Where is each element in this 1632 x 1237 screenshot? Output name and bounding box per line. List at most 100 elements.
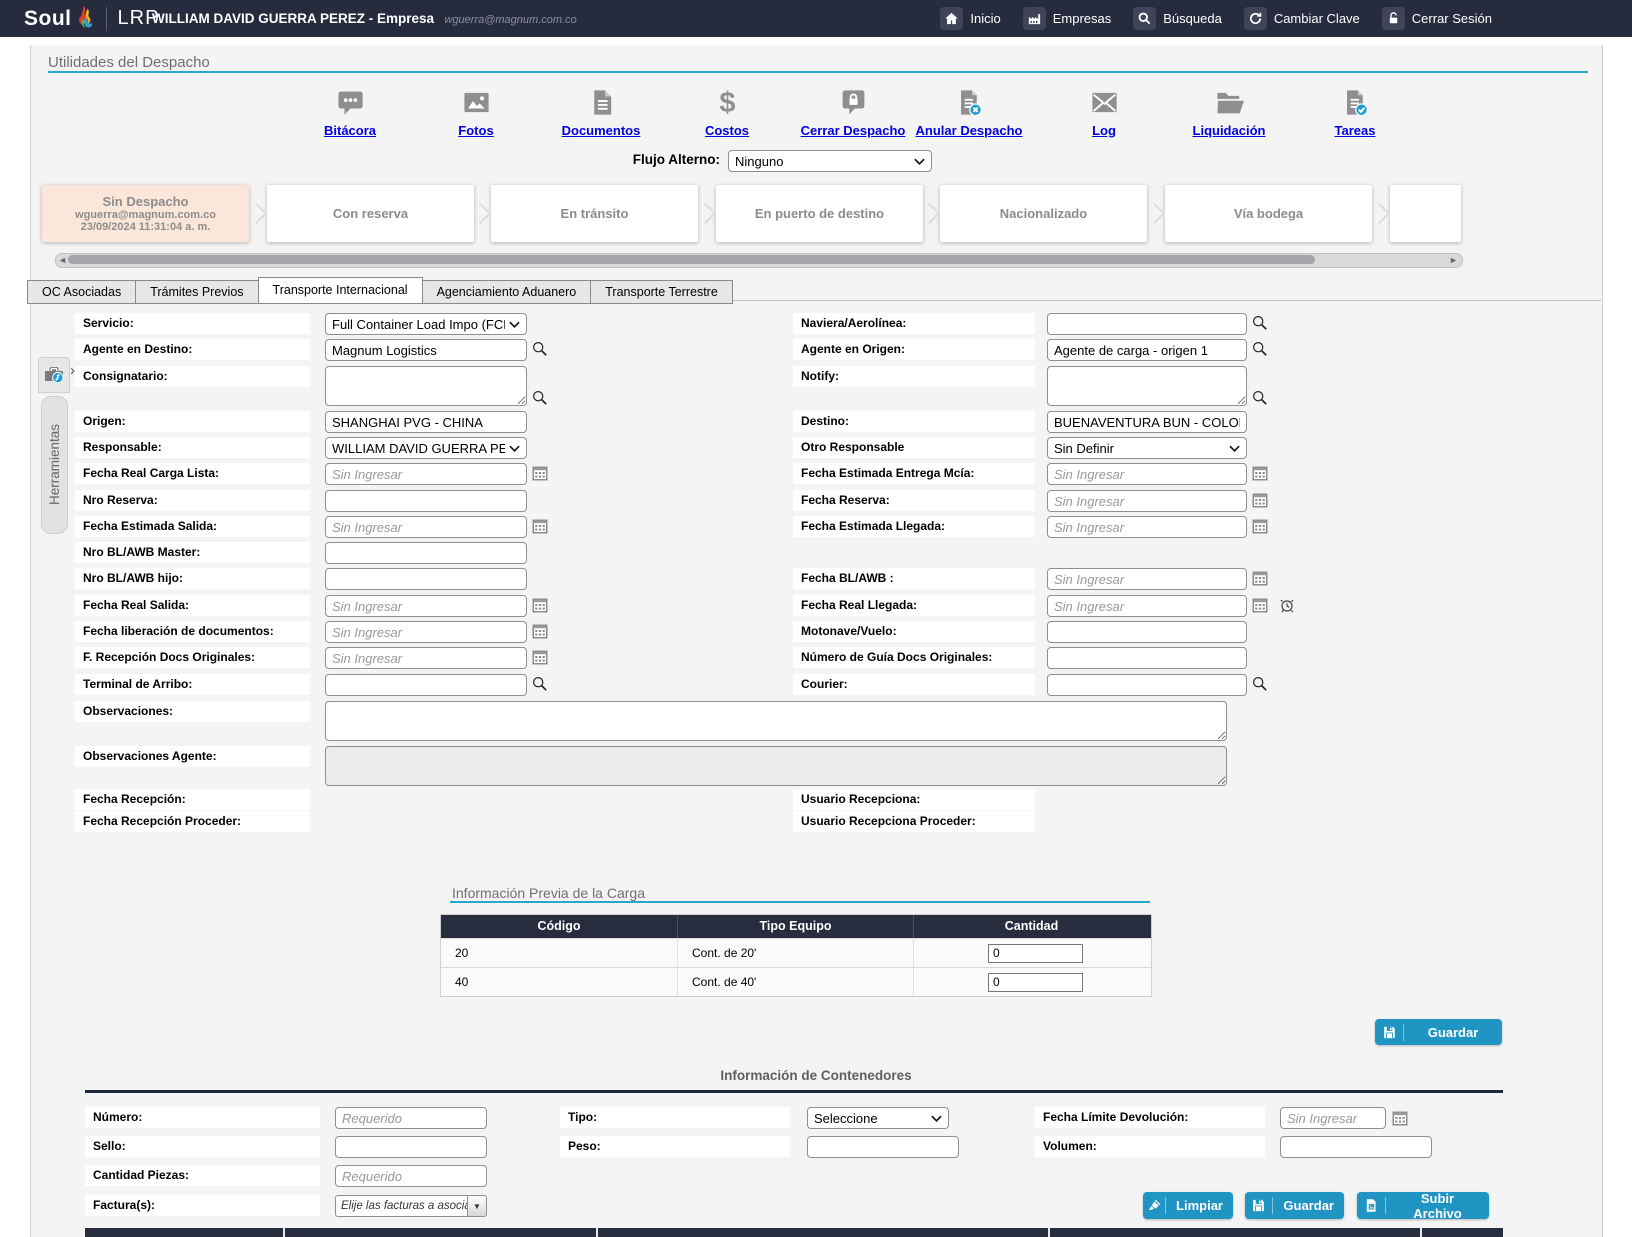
nav-item-cambiar-clave[interactable]: Cambiar Clave bbox=[1244, 7, 1360, 30]
destino-input[interactable] bbox=[1047, 411, 1247, 433]
calendar-icon[interactable] bbox=[1252, 465, 1268, 481]
naviera-aerolinea-input[interactable] bbox=[1047, 313, 1247, 335]
stage-en-puerto-de-destino[interactable]: En puerto de destino bbox=[716, 185, 923, 242]
stage-nacionalizado[interactable]: Nacionalizado bbox=[940, 185, 1147, 242]
f-recepcion-docs-originales-date[interactable] bbox=[325, 647, 527, 669]
dollar-icon: $ bbox=[713, 88, 742, 120]
nav-item-inicio[interactable]: Inicio bbox=[940, 7, 1000, 30]
calendar-icon[interactable] bbox=[532, 649, 548, 665]
stage-partial[interactable] bbox=[1390, 185, 1461, 242]
calendar-icon[interactable] bbox=[1252, 570, 1268, 586]
magnifier-icon[interactable] bbox=[1252, 341, 1268, 357]
user-line: WILLIAM DAVID GUERRA PEREZ - Empresa wgu… bbox=[152, 10, 577, 28]
tab-transporte-terrestre[interactable]: Transporte Terrestre bbox=[591, 280, 733, 304]
document-check-icon bbox=[1341, 88, 1370, 120]
magnifier-icon[interactable] bbox=[532, 341, 548, 357]
utility-anular-despacho[interactable]: Anular Despacho bbox=[894, 88, 1044, 138]
magnifier-icon[interactable] bbox=[532, 390, 548, 406]
fecha-estimada-entrega-mcia-date[interactable] bbox=[1047, 463, 1247, 485]
calendar-icon[interactable] bbox=[1252, 518, 1268, 534]
tab-agenciamiento-aduanero[interactable]: Agenciamiento Aduanero bbox=[423, 280, 592, 304]
notify-textarea[interactable] bbox=[1047, 366, 1247, 406]
previa-save-button[interactable]: Guardar bbox=[1375, 1019, 1502, 1045]
tab-tr-mites-previos[interactable]: Trámites Previos bbox=[136, 280, 258, 304]
fecha-estimada-salida-date[interactable] bbox=[325, 516, 527, 538]
subir-archivo-button[interactable]: Subir Archivo bbox=[1357, 1192, 1489, 1219]
cantidad-piezas-label: Cantidad Piezas: bbox=[85, 1165, 320, 1186]
courier-input[interactable] bbox=[1047, 674, 1247, 696]
calendar-icon[interactable] bbox=[532, 623, 548, 639]
calendar-icon[interactable] bbox=[1252, 597, 1268, 613]
calendar-icon[interactable] bbox=[532, 518, 548, 534]
stage-scrollbar-thumb[interactable] bbox=[68, 255, 1315, 264]
calendar-icon[interactable] bbox=[532, 597, 548, 613]
agente-origen-input[interactable] bbox=[1047, 339, 1247, 361]
peso-input[interactable] bbox=[807, 1136, 959, 1158]
calendar-icon[interactable] bbox=[1252, 492, 1268, 508]
cantidad-input[interactable] bbox=[988, 944, 1083, 963]
nro-reserva-input[interactable] bbox=[325, 490, 527, 512]
stage-con-reserva[interactable]: Con reserva bbox=[267, 185, 474, 242]
volumen-input[interactable] bbox=[1280, 1136, 1432, 1158]
magnifier-icon[interactable] bbox=[1252, 390, 1268, 406]
fecha-bl-awb-date[interactable] bbox=[1047, 568, 1247, 590]
magnifier-icon[interactable] bbox=[1252, 315, 1268, 331]
tools-toolbox-icon[interactable] bbox=[38, 357, 70, 393]
terminal-arribo-input[interactable] bbox=[325, 674, 527, 696]
scroll-right-icon[interactable]: ► bbox=[1449, 254, 1458, 266]
otro-responsable-select[interactable]: Sin Definir bbox=[1047, 437, 1247, 459]
fecha-real-carga-lista-date[interactable] bbox=[325, 463, 527, 485]
previa-col-header: Cantidad bbox=[914, 915, 1149, 938]
scroll-left-icon[interactable]: ◄ bbox=[58, 254, 67, 266]
fecha-reserva-date[interactable] bbox=[1047, 490, 1247, 512]
responsable-select[interactable]: WILLIAM DAVID GUERRA PEREZ bbox=[325, 437, 527, 459]
fecha-real-llegada-date[interactable] bbox=[1047, 595, 1247, 617]
guardar-button[interactable]: Guardar bbox=[1245, 1192, 1344, 1219]
stage-sin-despacho[interactable]: Sin Despachowguerra@magnum.com.co23/09/2… bbox=[42, 185, 249, 242]
stage-v-a-bodega[interactable]: Vía bodega bbox=[1165, 185, 1372, 242]
usuario-recepciona-proceder-label: Usuario Recepciona Proceder: bbox=[793, 811, 1035, 832]
consignatario-textarea[interactable] bbox=[325, 366, 527, 406]
facturas-combo[interactable]: Elije las facturas a asociar ▼ bbox=[335, 1195, 487, 1217]
tools-tab[interactable]: Herramientas bbox=[41, 396, 68, 534]
nro-bl-awb-hijo-input[interactable] bbox=[325, 568, 527, 590]
cantidad-piezas-input[interactable] bbox=[335, 1165, 487, 1187]
nav-item-busqueda[interactable]: Búsqueda bbox=[1133, 7, 1222, 30]
origen-input[interactable] bbox=[325, 411, 527, 433]
motonave-vuelo-input[interactable] bbox=[1047, 621, 1247, 643]
servicio-select[interactable]: Full Container Load Impo (FCLI) bbox=[325, 313, 527, 335]
calendar-icon[interactable] bbox=[532, 465, 548, 481]
brand-divider bbox=[106, 7, 107, 31]
lock-icon bbox=[1382, 7, 1405, 30]
limpiar-button[interactable]: Limpiar bbox=[1143, 1192, 1233, 1219]
nro-bl-awb-master-input[interactable] bbox=[325, 542, 527, 564]
numero-input[interactable] bbox=[335, 1107, 487, 1129]
sello-input[interactable] bbox=[335, 1136, 487, 1158]
contenedores-title: Información de Contenedores bbox=[0, 1068, 1632, 1083]
stage-en-tr-nsito[interactable]: En tránsito bbox=[491, 185, 698, 242]
magnifier-icon[interactable] bbox=[1252, 676, 1268, 692]
utility-tareas[interactable]: Tareas bbox=[1280, 88, 1430, 138]
tipo-select[interactable]: Seleccione bbox=[807, 1107, 949, 1129]
chat-icon bbox=[336, 88, 365, 120]
flujo-alterno-select[interactable]: Ninguno bbox=[728, 150, 932, 172]
facturas-dropdown-icon[interactable]: ▼ bbox=[467, 1195, 487, 1217]
nav-item-cerrar-sesion[interactable]: Cerrar Sesión bbox=[1382, 7, 1492, 30]
fecha-real-salida-date[interactable] bbox=[325, 595, 527, 617]
tab-transporte-internacional[interactable]: Transporte Internacional bbox=[258, 277, 423, 304]
numero-guia-docs-originales-input[interactable] bbox=[1047, 647, 1247, 669]
alarm-icon[interactable] bbox=[1279, 597, 1295, 613]
cantidad-input[interactable] bbox=[988, 973, 1083, 992]
agente-destino-input[interactable] bbox=[325, 339, 527, 361]
document-icon bbox=[587, 88, 616, 120]
chevron-down-icon bbox=[931, 1115, 942, 1122]
observaciones-textarea[interactable] bbox=[325, 701, 1227, 741]
fecha-estimada-llegada-date[interactable] bbox=[1047, 516, 1247, 538]
calendar-icon[interactable] bbox=[1392, 1110, 1408, 1126]
fecha-liberacion-documentos-date[interactable] bbox=[325, 621, 527, 643]
fecha-limite-input[interactable] bbox=[1280, 1107, 1386, 1129]
tab-oc-asociadas[interactable]: OC Asociadas bbox=[27, 280, 136, 304]
magnifier-icon[interactable] bbox=[532, 676, 548, 692]
nav-item-empresas[interactable]: Empresas bbox=[1023, 7, 1112, 30]
agente-destino-label: Agente en Destino: bbox=[75, 339, 310, 360]
